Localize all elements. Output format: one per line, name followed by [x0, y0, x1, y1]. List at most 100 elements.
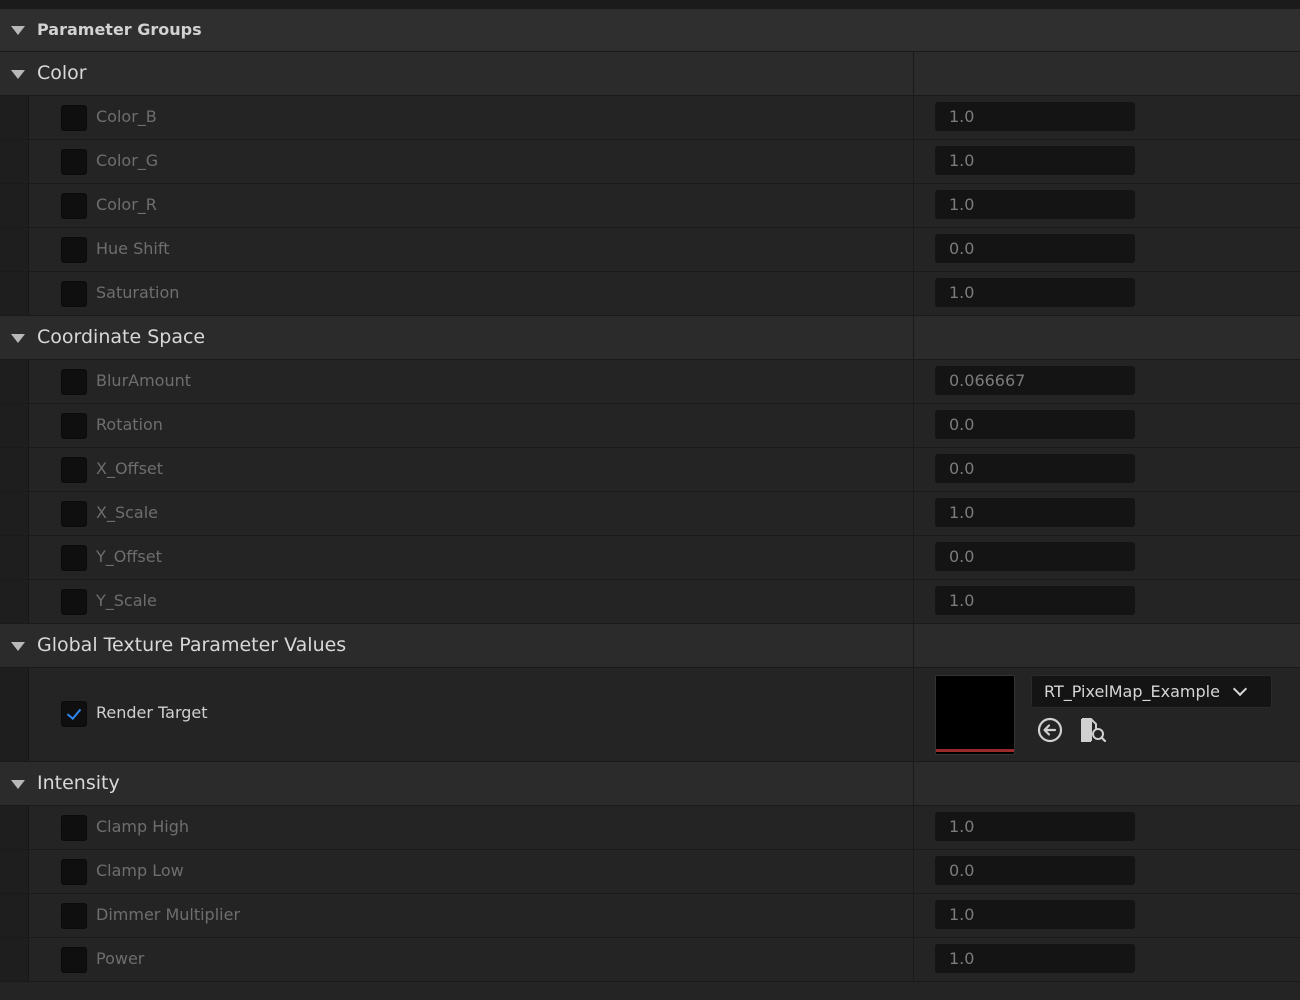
param-label: Power	[96, 949, 145, 968]
param-label: Clamp High	[96, 817, 190, 836]
param-label: Y_Offset	[96, 547, 162, 566]
collapse-arrow-icon[interactable]	[11, 642, 25, 651]
param-row-x-offset: X_Offset 0.0	[0, 448, 1300, 492]
param-row-y-offset: Y_Offset 0.0	[0, 536, 1300, 580]
category-global-texture-parameter-values[interactable]: Global Texture Parameter Values	[0, 624, 1300, 668]
column-divider	[913, 52, 914, 95]
param-label: X_Offset	[96, 459, 164, 478]
column-divider	[913, 96, 914, 139]
param-row-color-b: Color_B 1.0	[0, 96, 1300, 140]
override-checkbox[interactable]	[61, 237, 87, 263]
param-value-input[interactable]: 0.0	[935, 542, 1135, 571]
browse-asset-icon[interactable]	[1079, 716, 1107, 744]
override-checkbox[interactable]	[61, 501, 87, 527]
param-row-hue-shift: Hue Shift 0.0	[0, 228, 1300, 272]
override-checkbox-checked[interactable]	[61, 701, 87, 727]
param-label: Y_Scale	[96, 591, 157, 610]
asset-name: RT_PixelMap_Example	[1044, 682, 1220, 701]
param-row-color-g: Color_G 1.0	[0, 140, 1300, 184]
param-value-input[interactable]: 1.0	[935, 146, 1135, 175]
asset-picker-combo[interactable]: RT_PixelMap_Example	[1031, 675, 1272, 708]
collapse-arrow-icon[interactable]	[11, 780, 25, 789]
param-value-input[interactable]: 1.0	[935, 102, 1135, 131]
override-checkbox[interactable]	[61, 369, 87, 395]
param-label: Render Target	[96, 703, 208, 722]
override-checkbox[interactable]	[61, 413, 87, 439]
override-checkbox[interactable]	[61, 589, 87, 615]
param-value-input[interactable]: 0.0	[935, 454, 1135, 483]
override-checkbox[interactable]	[61, 193, 87, 219]
category-color[interactable]: Color	[0, 52, 1300, 96]
param-label: Color_B	[96, 107, 157, 126]
row-gutter	[0, 668, 29, 761]
column-divider	[913, 492, 914, 535]
row-gutter	[0, 96, 29, 139]
column-divider	[913, 360, 914, 403]
parameter-groups-title: Parameter Groups	[37, 20, 202, 39]
row-gutter	[0, 140, 29, 183]
category-title: Coordinate Space	[37, 326, 206, 348]
texture-thumbnail[interactable]	[935, 675, 1015, 755]
param-value-input[interactable]: 1.0	[935, 586, 1135, 615]
param-value-input[interactable]: 0.0	[935, 856, 1135, 885]
column-divider	[913, 850, 914, 893]
chevron-down-icon	[1232, 681, 1248, 697]
use-selected-asset-icon[interactable]	[1036, 716, 1064, 744]
column-divider	[913, 762, 914, 805]
thumbnail-asset-type-bar	[936, 749, 1014, 752]
column-divider	[913, 624, 914, 667]
details-panel: Parameter Groups Color Color_B 1.0 Color…	[0, 0, 1300, 1000]
param-label: Saturation	[96, 283, 180, 302]
param-value-input[interactable]: 1.0	[935, 900, 1135, 929]
param-row-x-scale: X_Scale 1.0	[0, 492, 1300, 536]
override-checkbox[interactable]	[61, 947, 87, 973]
param-row-power: Power 1.0	[0, 938, 1300, 982]
column-divider	[913, 228, 914, 271]
override-checkbox[interactable]	[61, 105, 87, 131]
param-label: BlurAmount	[96, 371, 192, 390]
row-gutter	[0, 360, 29, 403]
param-label: Color_R	[96, 195, 157, 214]
row-gutter	[0, 806, 29, 849]
collapse-arrow-icon[interactable]	[11, 334, 25, 343]
panel-top-strip	[0, 0, 1300, 9]
override-checkbox[interactable]	[61, 149, 87, 175]
parameter-groups-header[interactable]: Parameter Groups	[0, 9, 1300, 52]
override-checkbox[interactable]	[61, 815, 87, 841]
param-value-input[interactable]: 0.066667	[935, 366, 1135, 395]
param-value-input[interactable]: 0.0	[935, 410, 1135, 439]
override-checkbox[interactable]	[61, 545, 87, 571]
param-value-input[interactable]: 1.0	[935, 812, 1135, 841]
column-divider	[913, 580, 914, 623]
override-checkbox[interactable]	[61, 457, 87, 483]
column-divider	[913, 448, 914, 491]
param-value-input[interactable]: 1.0	[935, 944, 1135, 973]
row-gutter	[0, 272, 29, 315]
param-row-render-target: Render Target RT_PixelMap_Example	[0, 668, 1300, 762]
param-row-saturation: Saturation 1.0	[0, 272, 1300, 316]
override-checkbox[interactable]	[61, 903, 87, 929]
column-divider	[913, 536, 914, 579]
collapse-arrow-icon[interactable]	[11, 26, 25, 35]
param-row-rotation: Rotation 0.0	[0, 404, 1300, 448]
param-value-input[interactable]: 1.0	[935, 498, 1135, 527]
column-divider	[913, 272, 914, 315]
row-gutter	[0, 580, 29, 623]
category-title: Global Texture Parameter Values	[37, 634, 347, 656]
param-label: X_Scale	[96, 503, 159, 522]
override-checkbox[interactable]	[61, 859, 87, 885]
column-divider	[913, 894, 914, 937]
row-gutter	[0, 850, 29, 893]
param-row-dimmer-multiplier: Dimmer Multiplier 1.0	[0, 894, 1300, 938]
column-divider	[913, 938, 914, 981]
row-gutter	[0, 404, 29, 447]
column-divider	[913, 140, 914, 183]
param-value-input[interactable]: 0.0	[935, 234, 1135, 263]
collapse-arrow-icon[interactable]	[11, 70, 25, 79]
override-checkbox[interactable]	[61, 281, 87, 307]
param-value-input[interactable]: 1.0	[935, 190, 1135, 219]
param-value-input[interactable]: 1.0	[935, 278, 1135, 307]
category-intensity[interactable]: Intensity	[0, 762, 1300, 806]
category-coordinate-space[interactable]: Coordinate Space	[0, 316, 1300, 360]
category-title: Intensity	[37, 772, 120, 794]
